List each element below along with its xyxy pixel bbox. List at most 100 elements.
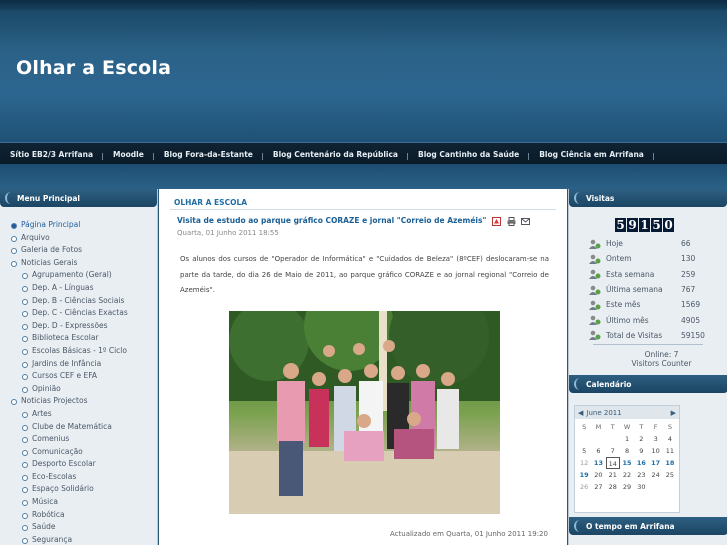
header-band bbox=[0, 164, 727, 189]
calendar-day: 8 bbox=[624, 447, 630, 455]
menu-item[interactable]: Opinião bbox=[0, 383, 157, 396]
calendar-day: 27 bbox=[594, 483, 603, 491]
counter-digit: 0 bbox=[663, 218, 674, 232]
menu-item[interactable]: Artes bbox=[0, 408, 157, 421]
calendar-day bbox=[648, 481, 662, 493]
user-stat-icon bbox=[589, 300, 601, 310]
email-icon[interactable] bbox=[521, 217, 531, 226]
calendar-day bbox=[591, 433, 605, 445]
print-icon[interactable] bbox=[507, 216, 516, 226]
calendar-weekday: T bbox=[639, 423, 644, 431]
calendar-day: 21 bbox=[608, 471, 617, 479]
user-stat-icon bbox=[589, 331, 601, 341]
menu-item[interactable]: Arquivo bbox=[0, 232, 157, 245]
calendar-day: 4 bbox=[667, 435, 672, 443]
menu-item[interactable]: Clube de Matemática bbox=[0, 421, 157, 434]
user-stat-icon bbox=[589, 315, 601, 326]
counter-digit: 9 bbox=[627, 218, 638, 232]
calendar-weekday: W bbox=[623, 423, 631, 431]
visit-stat-row: Último mês 4905 bbox=[589, 312, 719, 327]
visit-stat-value: 59150 bbox=[681, 330, 705, 340]
menu-item[interactable]: Segurança bbox=[0, 534, 157, 545]
menu-item[interactable]: Dep. A - Línguas bbox=[0, 282, 157, 295]
menu-item[interactable]: Espaço Solidário bbox=[0, 483, 157, 496]
menu-principal-header: Menu Principal bbox=[0, 189, 157, 207]
visit-stat-label: Total de Visitas bbox=[606, 330, 663, 340]
menu-item[interactable]: Noticias Gerais bbox=[0, 257, 157, 270]
visitors-counter-link[interactable]: Visitors Counter bbox=[569, 359, 727, 368]
menu-item[interactable]: Dep. D - Expressões bbox=[0, 320, 157, 333]
menu-item[interactable]: Dep. B - Ciências Sociais bbox=[0, 295, 157, 308]
user-stat-icon bbox=[589, 254, 601, 264]
right-sidebar: Visitas 59150 Hoje 66 Ontem 130 Esta semana 2… bbox=[568, 189, 727, 545]
nav-item[interactable]: Blog Cantinho da Saúde bbox=[408, 150, 530, 160]
article-title[interactable]: Visita de estudo ao parque gráfico CORAZ… bbox=[177, 216, 486, 225]
calendar-day[interactable]: 16 bbox=[634, 457, 648, 469]
menu-item[interactable]: Música bbox=[0, 496, 157, 509]
top-navigation: Sítio EB2/3 Arrifana Moodle Blog Fora-da-E… bbox=[0, 142, 727, 164]
menu-item[interactable]: Escolas Básicas - 1º Ciclo bbox=[0, 345, 157, 358]
calendar-day bbox=[577, 433, 591, 445]
calendar-day[interactable]: 18 bbox=[663, 457, 677, 469]
calendar-day: 3 bbox=[653, 435, 658, 443]
menu-item[interactable]: Jardins de Infância bbox=[0, 358, 157, 371]
menu-item[interactable]: Desporto Escolar bbox=[0, 458, 157, 471]
calendar-widget: ◀ June 2011 ▶ S M T W T F S 1 2 3 4 5 6 7 8 9 10 11 12 13 14… bbox=[574, 405, 680, 513]
stats-divider bbox=[593, 344, 703, 345]
calendar-day[interactable]: 13 bbox=[591, 457, 605, 469]
section-divider bbox=[170, 209, 556, 210]
visit-stat-label: Esta semana bbox=[606, 269, 655, 279]
visit-stat-value: 66 bbox=[681, 239, 691, 249]
calendar-day: 24 bbox=[651, 471, 660, 479]
online-block: Online: 7 Visitors Counter bbox=[569, 350, 727, 368]
calendar-day: 11 bbox=[665, 447, 675, 455]
group-photo-illustration bbox=[229, 311, 500, 514]
calendar-nav: ◀ June 2011 ▶ bbox=[575, 406, 679, 419]
visit-stat-row: Esta semana 259 bbox=[589, 267, 719, 282]
menu-item[interactable]: Noticias Projectos bbox=[0, 395, 157, 408]
menu-item[interactable]: Cursos CEF e EFA bbox=[0, 370, 157, 383]
menu-item[interactable]: Página Principal bbox=[0, 219, 157, 232]
nav-item[interactable]: Sítio EB2/3 Arrifana bbox=[0, 150, 104, 160]
visit-stat-label: Último mês bbox=[606, 315, 649, 325]
calendario-header: Calendário bbox=[569, 375, 727, 393]
calendar-weekday: M bbox=[595, 423, 602, 431]
calendar-weekday: S bbox=[582, 423, 587, 431]
menu-item[interactable]: Eco-Escolas bbox=[0, 471, 157, 484]
main-menu-list: Página Principal Arquivo Galeria de Fotos N… bbox=[0, 207, 157, 545]
calendar-day: 6 bbox=[596, 447, 601, 455]
article-body: Os alunos dos cursos de "Operador de Inf… bbox=[180, 255, 549, 294]
nav-item[interactable]: Moodle bbox=[103, 150, 154, 160]
calendar-grid: S M T W T F S 1 2 3 4 5 6 7 8 9 10 11 12 13 14 15 16 17 18 19 20 21… bbox=[575, 419, 679, 493]
nav-item[interactable]: Blog Centenário da República bbox=[263, 150, 409, 160]
next-month-icon[interactable]: ▶ bbox=[671, 409, 676, 417]
menu-item[interactable]: Comenius bbox=[0, 433, 157, 446]
visit-stat-row: Ontem 130 bbox=[589, 251, 719, 266]
calendar-day[interactable]: 17 bbox=[648, 457, 662, 469]
site-title[interactable]: Olhar a Escola bbox=[16, 57, 171, 79]
calendar-day: 9 bbox=[639, 447, 644, 455]
menu-item[interactable]: Galeria de Fotos bbox=[0, 244, 157, 257]
article-date: Quarta, 01 Junho 2011 18:55 bbox=[177, 229, 279, 237]
menu-item[interactable]: Dep. C - Ciências Exactas bbox=[0, 307, 157, 320]
counter-digit: 5 bbox=[615, 218, 626, 232]
main-content: OLHAR A ESCOLA Visita de estudo ao parqu… bbox=[159, 189, 567, 545]
visit-stat-value: 130 bbox=[681, 254, 696, 264]
calendar-day[interactable]: 19 bbox=[577, 469, 591, 481]
menu-item[interactable]: Robótica bbox=[0, 509, 157, 522]
nav-item[interactable]: Blog Ciência em Arrifana bbox=[529, 150, 654, 160]
menu-item[interactable]: Comunicação bbox=[0, 446, 157, 459]
section-title[interactable]: OLHAR A ESCOLA bbox=[174, 198, 247, 207]
menu-item[interactable]: Agrupamento (Geral) bbox=[0, 269, 157, 282]
calendar-day: 1 bbox=[624, 435, 630, 443]
calendar-day[interactable]: 14 bbox=[605, 457, 620, 469]
visit-stat-row: Este mês 1569 bbox=[589, 297, 719, 312]
updated-timestamp: Actualizado em Quarta, 01 Junho 2011 19:… bbox=[390, 530, 548, 538]
calendar-day: 30 bbox=[637, 483, 646, 491]
menu-item[interactable]: Saúde bbox=[0, 521, 157, 534]
calendar-day: 2 bbox=[639, 435, 644, 443]
menu-item[interactable]: Biblioteca Escolar bbox=[0, 332, 157, 345]
calendar-day[interactable]: 15 bbox=[620, 457, 634, 469]
nav-item[interactable]: Blog Fora-da-Estante bbox=[154, 150, 263, 160]
pdf-icon[interactable] bbox=[491, 216, 501, 226]
